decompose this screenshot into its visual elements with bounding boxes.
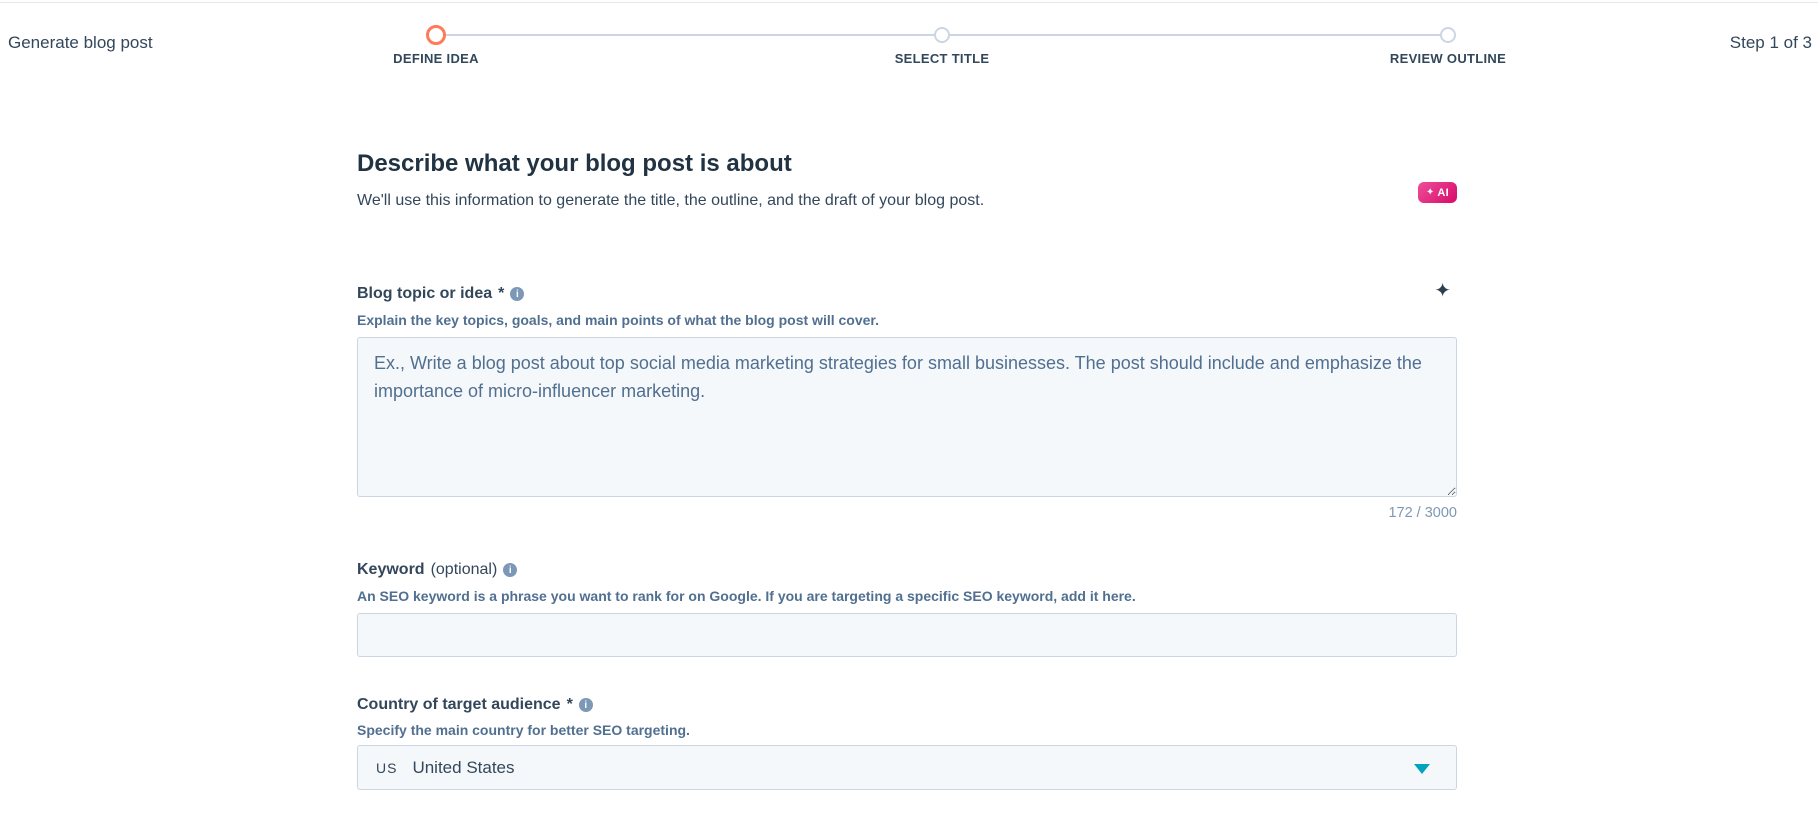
info-icon[interactable]: i [510,287,525,301]
country-label: Country of target audience * i [357,696,593,714]
info-icon[interactable]: i [503,563,518,577]
chevron-down-icon [1414,763,1430,774]
topic-textarea[interactable]: Ex., Write a blog post about top social … [357,337,1457,497]
wizard-content: Describe what your blog post is about ✦ … [357,0,1457,819]
ai-badge: ✦ AI [1418,182,1457,203]
info-icon[interactable]: i [578,698,593,712]
topic-label-text: Blog topic or idea [357,285,493,302]
page-subtitle: We'll use this information to generate t… [357,192,985,209]
keyword-label: Keyword (optional) i [357,561,518,579]
country-label-text: Country of target audience [357,696,561,713]
ai-sparkle-button[interactable]: ✦ [1434,281,1451,301]
keyword-input[interactable] [357,613,1457,657]
keyword-label-text: Keyword [357,561,425,578]
required-asterisk: * [498,285,505,302]
country-selected-value: United States [412,757,515,777]
country-flag-code: US [376,759,398,776]
optional-marker: (optional) [430,561,498,578]
topic-helper: Explain the key topics, goals, and main … [357,312,879,328]
required-asterisk: * [566,696,573,713]
country-select[interactable]: US United States [357,745,1457,790]
character-counter: 172 / 3000 [1388,505,1457,521]
ai-badge-label: AI [1437,186,1449,199]
page-heading: Describe what your blog post is about [357,150,792,177]
step-indicator: Step 1 of 3 [1729,33,1812,52]
page-title: Generate blog post [8,33,153,52]
topic-label: Blog topic or idea * i [357,285,525,303]
keyword-helper: An SEO keyword is a phrase you want to r… [357,588,1136,604]
country-helper: Specify the main country for better SEO … [357,722,690,738]
sparkle-icon: ✦ [1426,186,1435,198]
